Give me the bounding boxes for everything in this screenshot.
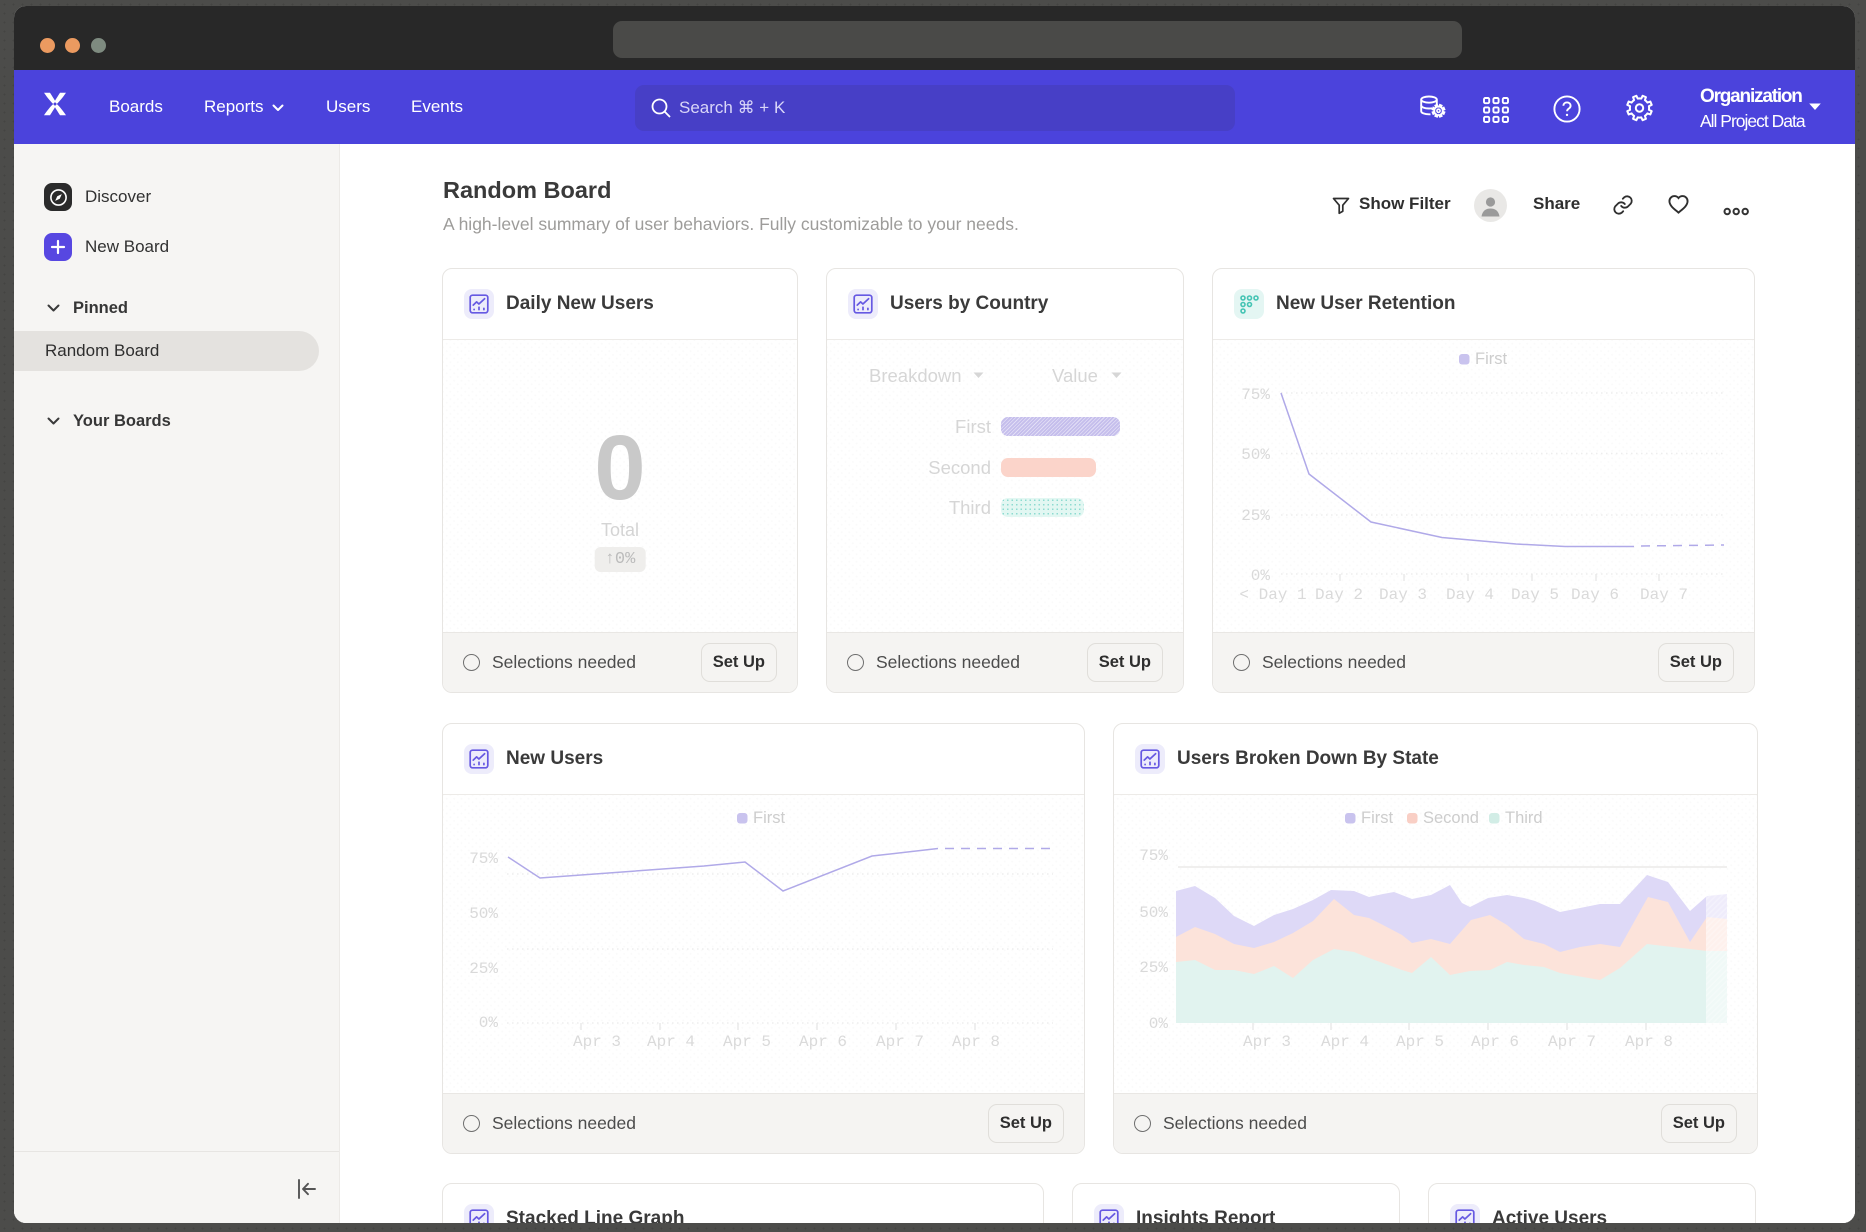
svg-text:Day 7: Day 7: [1640, 586, 1688, 604]
svg-text:Day 2: Day 2: [1315, 586, 1363, 604]
svg-text:Apr 4: Apr 4: [1321, 1033, 1369, 1051]
svg-text:First: First: [1361, 809, 1393, 827]
svg-text:Day 4: Day 4: [1446, 586, 1494, 604]
svg-text:25%: 25%: [469, 960, 498, 978]
svg-text:0%: 0%: [479, 1014, 499, 1032]
svg-text:Day 6: Day 6: [1571, 586, 1619, 604]
svg-text:Second: Second: [1423, 809, 1479, 827]
svg-text:Apr 6: Apr 6: [1471, 1033, 1519, 1051]
svg-text:Apr 4: Apr 4: [647, 1033, 695, 1051]
svg-text:Apr 7: Apr 7: [1548, 1033, 1596, 1051]
svg-text:First: First: [1475, 350, 1507, 368]
svg-text:75%: 75%: [1241, 386, 1270, 404]
svg-text:Apr 5: Apr 5: [1396, 1033, 1444, 1051]
svg-text:Day 3: Day 3: [1379, 586, 1427, 604]
svg-text:Apr 8: Apr 8: [1625, 1033, 1673, 1051]
svg-text:Apr 3: Apr 3: [573, 1033, 621, 1051]
svg-text:Day 5: Day 5: [1511, 586, 1559, 604]
svg-text:75%: 75%: [1139, 847, 1168, 865]
svg-text:Third: Third: [1505, 809, 1543, 827]
svg-text:25%: 25%: [1139, 959, 1168, 977]
svg-text:75%: 75%: [469, 850, 498, 868]
svg-text:0%: 0%: [1251, 567, 1271, 585]
svg-text:Apr 8: Apr 8: [952, 1033, 1000, 1051]
svg-text:< Day 1: < Day 1: [1239, 586, 1306, 604]
svg-text:0%: 0%: [1149, 1015, 1169, 1033]
svg-text:Apr 5: Apr 5: [723, 1033, 771, 1051]
svg-text:50%: 50%: [1139, 904, 1168, 922]
svg-text:25%: 25%: [1241, 507, 1270, 525]
svg-text:First: First: [753, 809, 785, 827]
svg-text:Apr 7: Apr 7: [876, 1033, 924, 1051]
svg-text:Apr 6: Apr 6: [799, 1033, 847, 1051]
svg-text:Apr 3: Apr 3: [1243, 1033, 1291, 1051]
svg-text:50%: 50%: [469, 905, 498, 923]
svg-text:50%: 50%: [1241, 446, 1270, 464]
